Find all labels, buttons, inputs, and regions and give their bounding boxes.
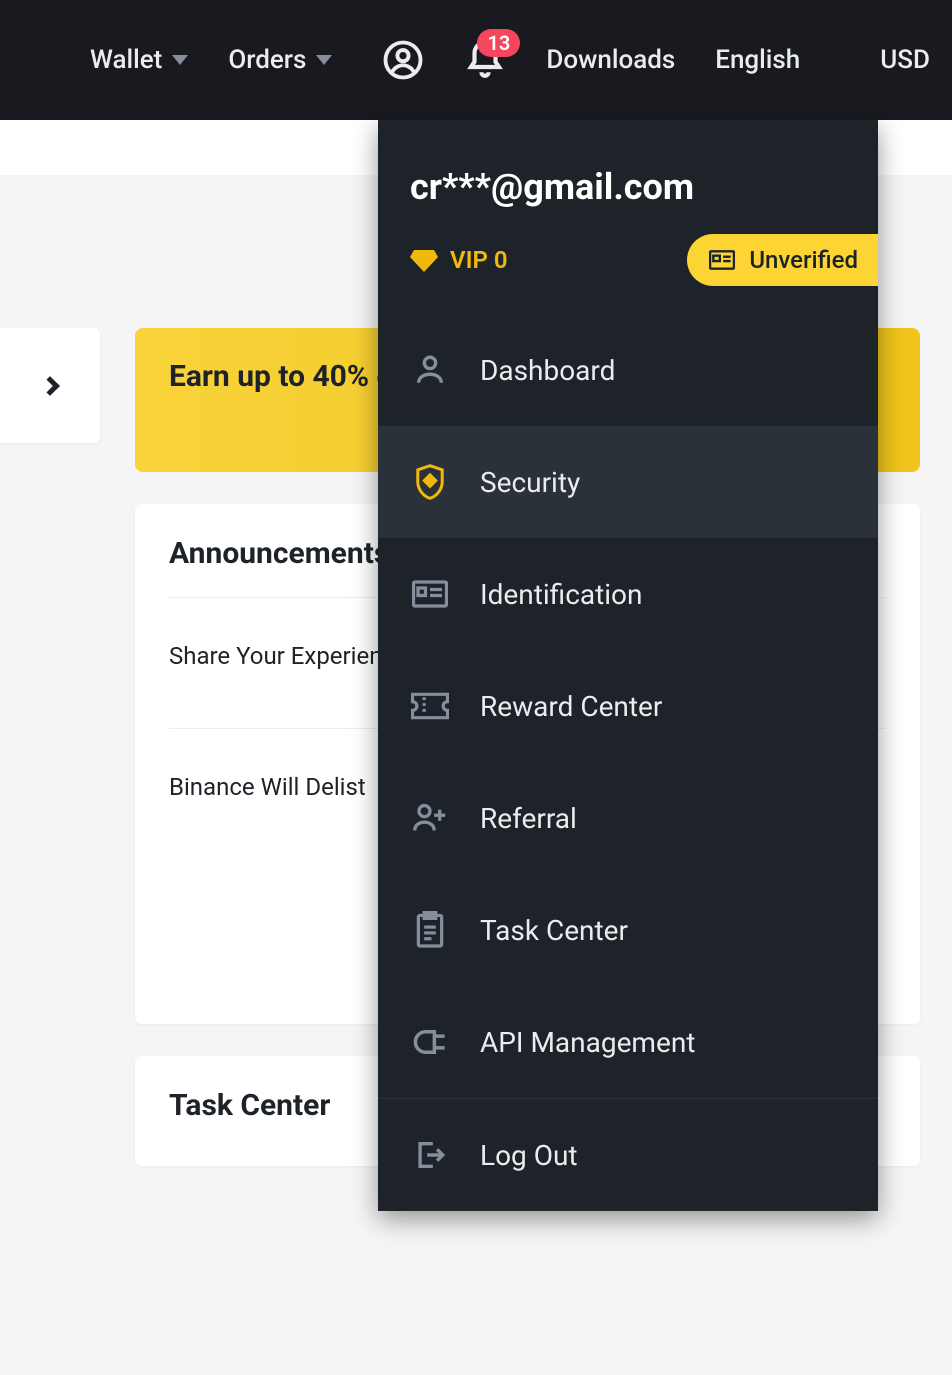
dropdown-header: cr***@gmail.com VIP 0 Unverified: [378, 120, 878, 314]
language-selector[interactable]: English: [715, 45, 800, 75]
clipboard-icon: [410, 910, 450, 950]
language-label: English: [715, 45, 800, 75]
plug-icon: [410, 1022, 450, 1062]
menu-dashboard[interactable]: Dashboard: [378, 314, 878, 426]
vip-badge[interactable]: VIP 0: [410, 246, 508, 274]
menu-identification[interactable]: Identification: [378, 538, 878, 650]
caret-down-icon: [316, 55, 332, 65]
menu-logout[interactable]: Log Out: [378, 1099, 878, 1211]
sidebar-expand[interactable]: [0, 328, 100, 443]
downloads-link[interactable]: Downloads: [546, 45, 675, 75]
user-dropdown: cr***@gmail.com VIP 0 Unverified: [378, 120, 878, 1211]
user-email: cr***@gmail.com: [410, 166, 846, 208]
notification-badge: 13: [477, 29, 520, 57]
diamond-icon: [410, 250, 438, 270]
caret-down-icon: [172, 55, 188, 65]
wallet-menu[interactable]: Wallet: [90, 45, 188, 75]
topbar: Wallet Orders 13 Downloads English USD: [0, 0, 952, 120]
wallet-label: Wallet: [90, 45, 162, 75]
menu-referral[interactable]: Referral: [378, 762, 878, 874]
ticket-icon: [410, 686, 450, 726]
orders-label: Orders: [228, 45, 306, 75]
id-card-icon: [709, 250, 735, 270]
orders-menu[interactable]: Orders: [228, 45, 332, 75]
user-icon: [410, 350, 450, 390]
menu-api-management[interactable]: API Management: [378, 986, 878, 1098]
user-plus-icon: [410, 798, 450, 838]
menu-reward-center[interactable]: Reward Center: [378, 650, 878, 762]
shield-icon: [410, 462, 450, 502]
id-icon: [410, 574, 450, 614]
menu-task-center[interactable]: Task Center: [378, 874, 878, 986]
downloads-label: Downloads: [546, 45, 675, 75]
notifications-button[interactable]: 13: [464, 39, 506, 81]
currency-label: USD: [880, 45, 930, 75]
menu-security[interactable]: Security: [378, 426, 878, 538]
logout-icon: [410, 1135, 450, 1175]
profile-icon[interactable]: [382, 38, 424, 82]
verification-pill[interactable]: Unverified: [687, 234, 878, 286]
chevron-right-icon: [40, 376, 60, 396]
currency-selector[interactable]: USD: [880, 45, 930, 75]
